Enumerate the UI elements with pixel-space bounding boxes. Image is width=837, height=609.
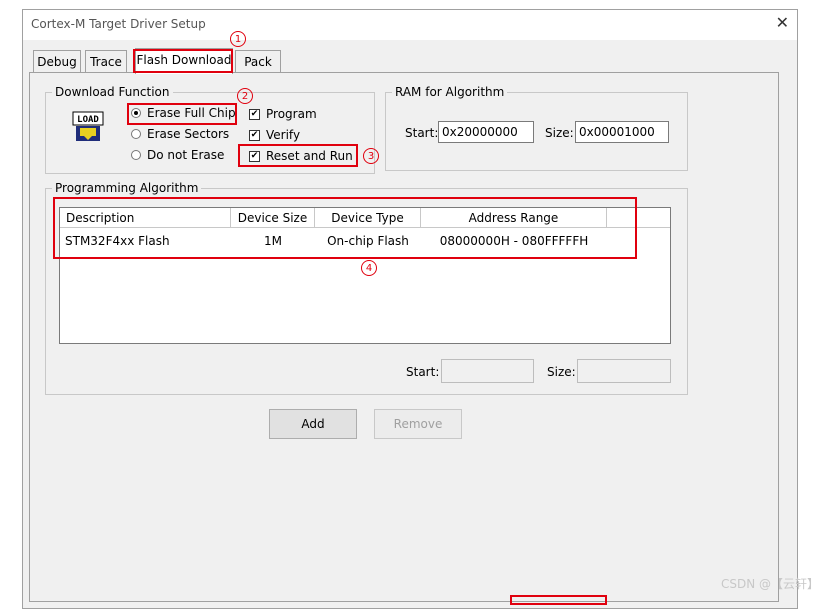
radio-label: Erase Full Chip bbox=[147, 106, 236, 120]
marker-1: 1 bbox=[230, 31, 246, 47]
download-function-legend: Download Function bbox=[52, 85, 173, 99]
marker-2: 2 bbox=[237, 88, 253, 104]
tab-debug[interactable]: Debug bbox=[33, 50, 81, 72]
tab-label: Trace bbox=[90, 55, 122, 69]
ram-size-label: Size: bbox=[545, 126, 574, 140]
radio-indicator[interactable] bbox=[131, 150, 141, 160]
tab-pack[interactable]: Pack bbox=[235, 50, 281, 72]
window-title: Cortex-M Target Driver Setup bbox=[31, 17, 206, 31]
programming-algorithm-legend: Programming Algorithm bbox=[52, 181, 202, 195]
add-button[interactable]: Add bbox=[269, 409, 357, 439]
column-header-blank bbox=[607, 208, 670, 228]
tab-flash-download[interactable]: Flash Download bbox=[135, 48, 233, 74]
marker-4: 4 bbox=[361, 260, 377, 276]
ram-legend: RAM for Algorithm bbox=[392, 85, 508, 99]
checkbox-verify[interactable]: ✔ Verify bbox=[249, 126, 300, 144]
radio-erase-sectors[interactable]: Erase Sectors bbox=[131, 125, 229, 143]
load-icon: LOAD bbox=[72, 111, 104, 141]
checkbox-program[interactable]: ✔ Program bbox=[249, 105, 317, 123]
tab-label: Debug bbox=[37, 55, 77, 69]
row-device-size[interactable]: 1M bbox=[231, 232, 315, 250]
radio-do-not-erase[interactable]: Do not Erase bbox=[131, 146, 224, 164]
row-description[interactable]: STM32F4xx Flash bbox=[65, 232, 170, 250]
ram-start-input[interactable]: 0x20000000 bbox=[438, 121, 534, 143]
close-icon[interactable]: ✕ bbox=[776, 13, 789, 32]
algo-size-label: Size: bbox=[547, 365, 576, 379]
checkbox-reset-and-run[interactable]: ✔ Reset and Run bbox=[249, 147, 353, 165]
radio-indicator[interactable] bbox=[131, 108, 141, 118]
ram-start-label: Start: bbox=[405, 126, 439, 140]
column-header-description[interactable]: Description bbox=[60, 208, 231, 228]
tab-trace[interactable]: Trace bbox=[85, 50, 127, 72]
column-header-device-type[interactable]: Device Type bbox=[315, 208, 421, 228]
ram-size-input[interactable]: 0x00001000 bbox=[575, 121, 669, 143]
algo-start-label: Start: bbox=[406, 365, 440, 379]
title-bar: Cortex-M Target Driver Setup ✕ bbox=[23, 10, 797, 40]
check-label: Verify bbox=[266, 128, 301, 142]
algo-size-input[interactable] bbox=[577, 359, 671, 383]
radio-label: Do not Erase bbox=[147, 148, 225, 162]
remove-button[interactable]: Remove bbox=[374, 409, 462, 439]
marker-3: 3 bbox=[363, 148, 379, 164]
radio-erase-full-chip[interactable]: Erase Full Chip bbox=[131, 104, 236, 122]
row-device-type[interactable]: On-chip Flash bbox=[315, 232, 421, 250]
check-label: Program bbox=[266, 107, 317, 121]
check-label: Reset and Run bbox=[266, 149, 353, 163]
check-indicator[interactable]: ✔ bbox=[249, 129, 260, 141]
algorithm-table[interactable]: Description Device Size Device Type Addr… bbox=[59, 207, 671, 344]
check-indicator[interactable]: ✔ bbox=[249, 150, 260, 162]
watermark: CSDN @【云轩】 bbox=[720, 577, 819, 591]
svg-text:LOAD: LOAD bbox=[77, 115, 99, 125]
algo-start-input[interactable] bbox=[441, 359, 534, 383]
column-header-device-size[interactable]: Device Size bbox=[231, 208, 315, 228]
row-address-range[interactable]: 08000000H - 080FFFFFH bbox=[421, 232, 607, 250]
radio-label: Erase Sectors bbox=[147, 127, 230, 141]
tab-label: Pack bbox=[244, 55, 272, 69]
radio-indicator[interactable] bbox=[131, 129, 141, 139]
tab-label: Flash Download bbox=[136, 53, 232, 67]
check-indicator[interactable]: ✔ bbox=[249, 108, 260, 120]
column-header-address-range[interactable]: Address Range bbox=[421, 208, 607, 228]
